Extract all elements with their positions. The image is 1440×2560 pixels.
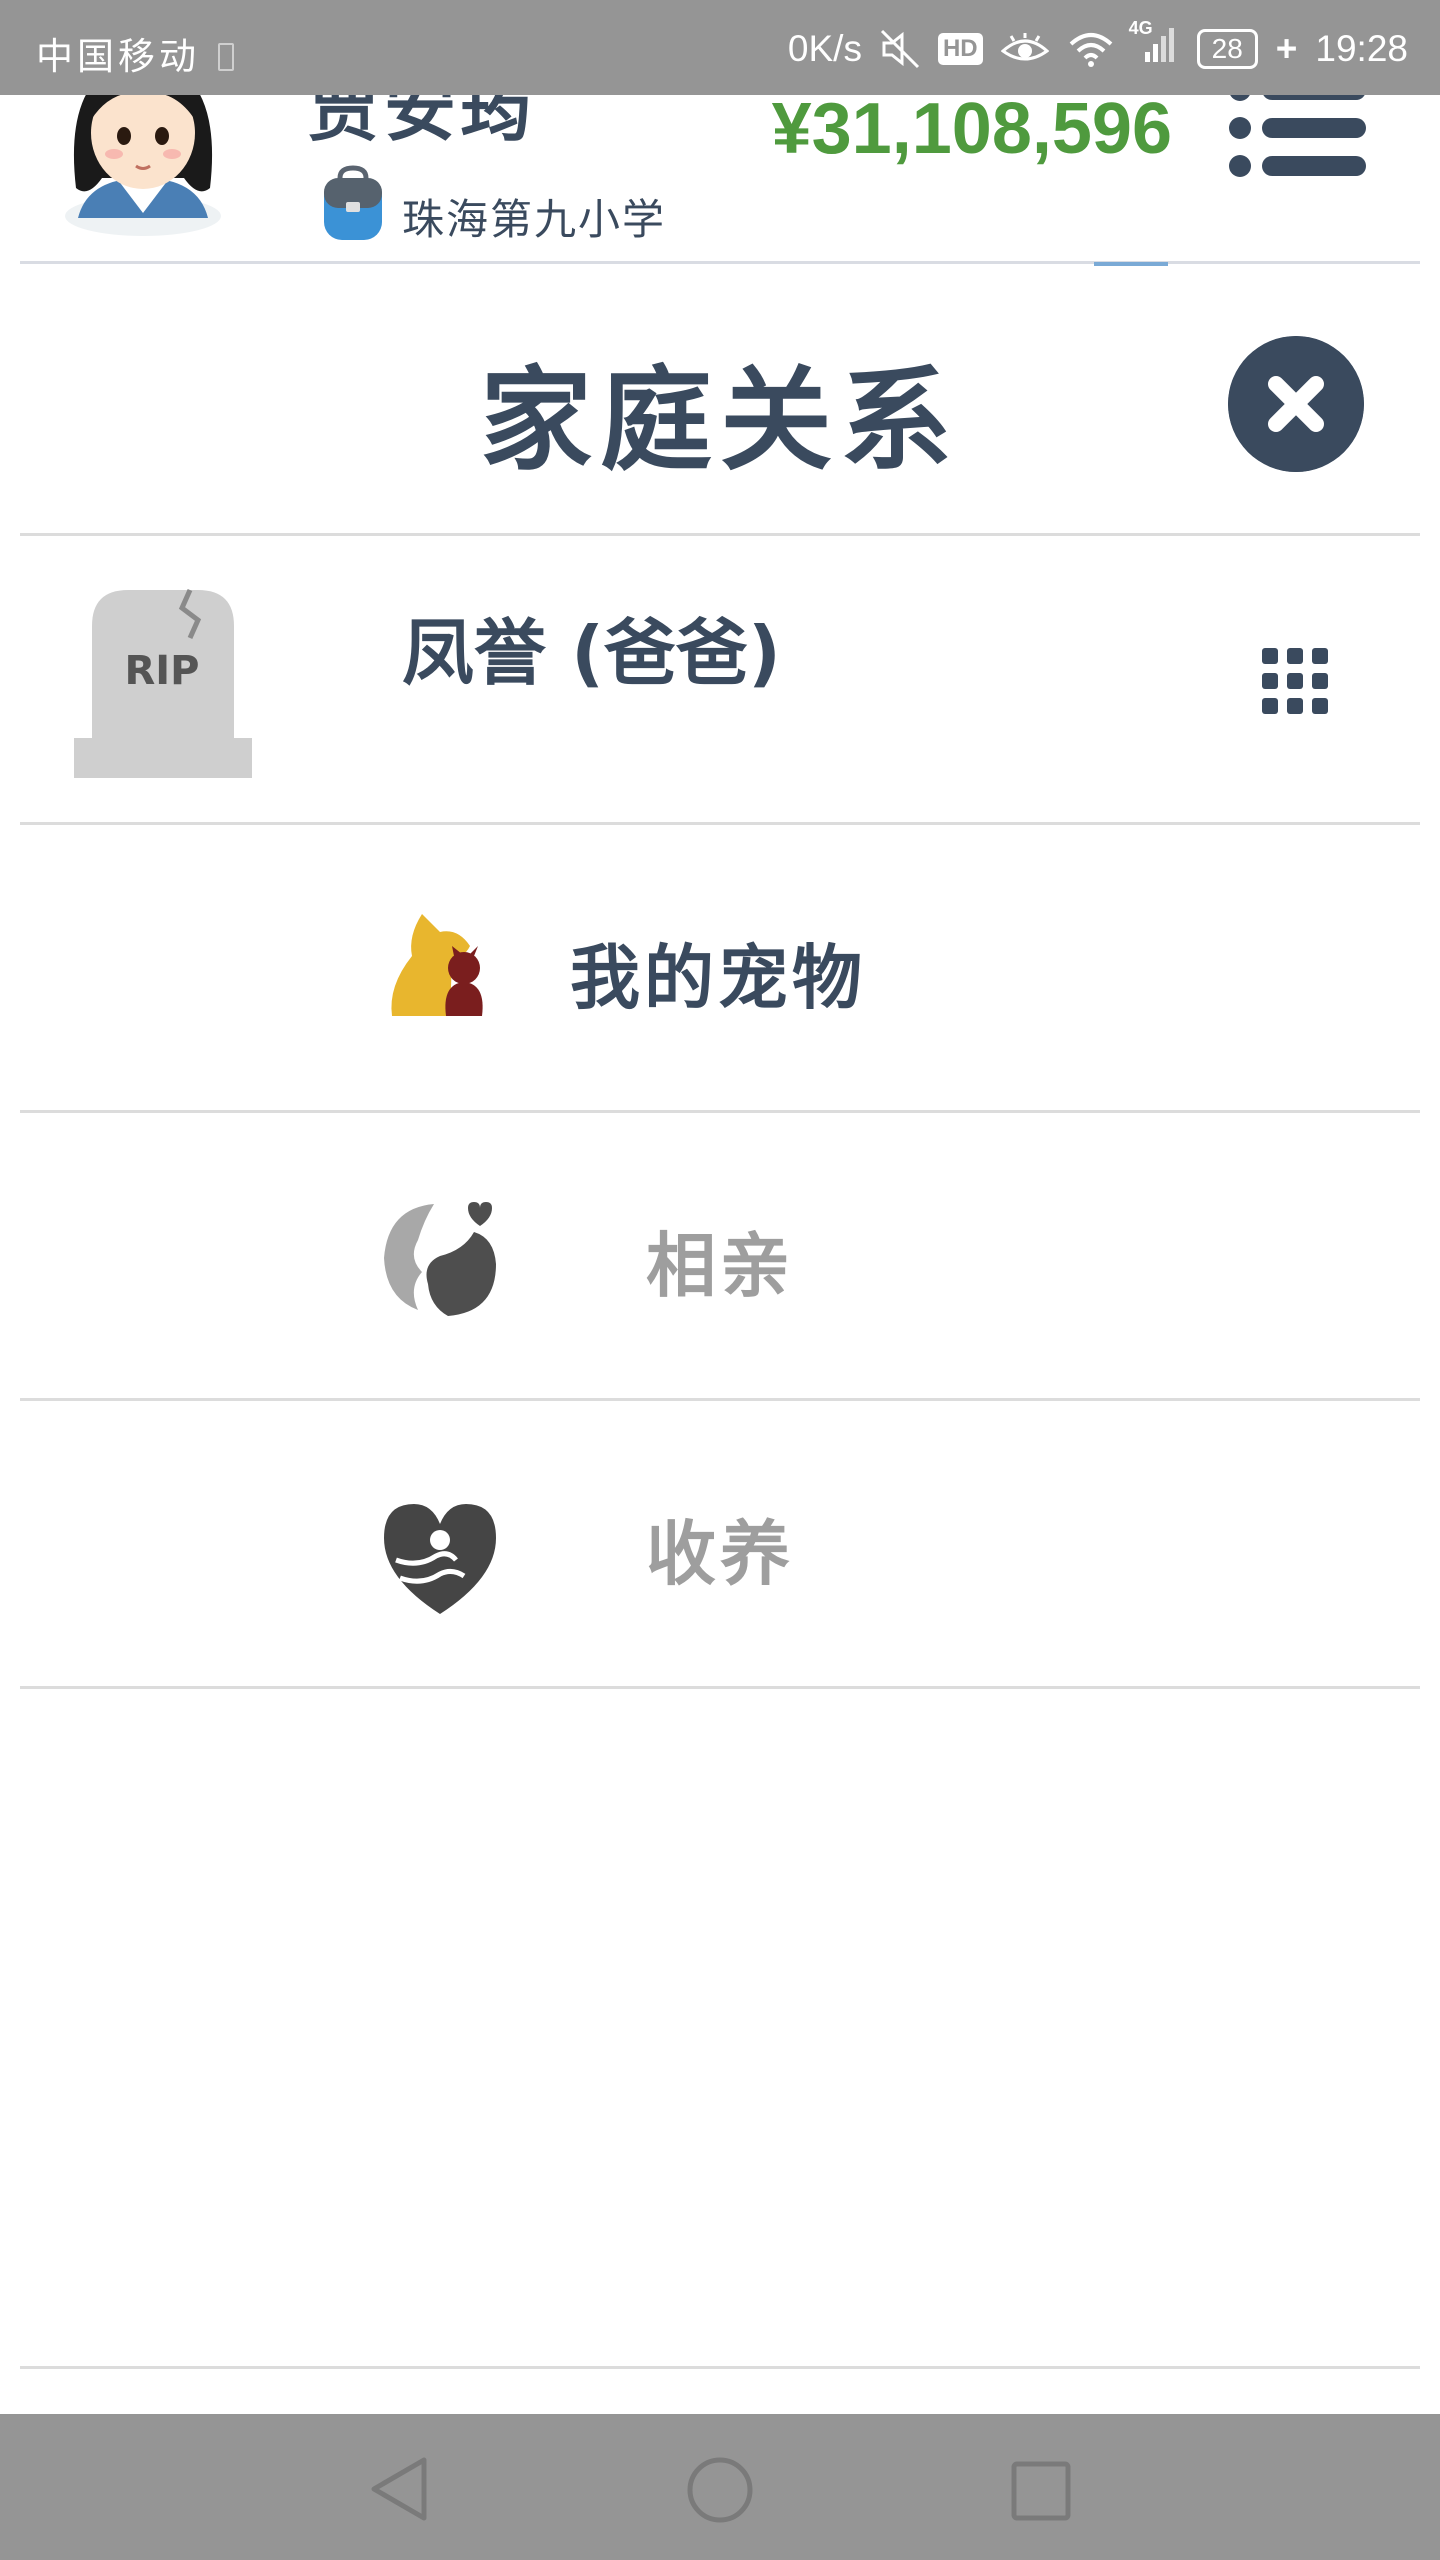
navigation-bar [0,2414,1440,2560]
recents-icon[interactable] [1010,2460,1072,2522]
divider [20,1398,1420,1401]
net-speed: 0K/s [787,27,862,69]
adoption-heart-hands-icon [384,1504,496,1614]
close-button[interactable] [1228,336,1364,472]
cell-signal-icon: 4G [1129,18,1179,73]
status-icons: 0K/s HD 4G 28 + 19:28 [787,18,1408,73]
money-balance: ¥31,108,596 [771,89,1172,169]
divider [20,1110,1420,1113]
battery-icon: 28 [1196,28,1258,69]
family-member-name: 凤誉 (爸爸) [402,611,781,695]
family-member-row[interactable]: RIP 凤誉 (爸爸) [22,538,1418,822]
pet-dog-cat-icon [391,914,483,1016]
back-icon[interactable] [368,2456,432,2522]
home-icon[interactable] [686,2456,754,2524]
school-bag-icon [324,165,382,240]
hd-badge: HD [937,32,983,65]
menu-item-label: 相亲 [646,1225,794,1307]
eye-icon [1000,32,1049,60]
menu-item-label: 收养 [646,1513,794,1595]
divider [20,533,1420,536]
sim-icon [218,43,234,71]
mute-icon [880,29,920,68]
school-name: 珠海第九小学 [402,195,667,244]
grid-menu-icon[interactable] [1262,648,1328,714]
menu-item-label: 我的宠物 [570,937,866,1019]
carrier-label: 中国移动 [36,26,234,80]
tab-indicator [1094,262,1168,266]
rip-text: RIP [125,648,200,694]
menu-item-adoption[interactable]: 收养 [22,1402,1418,1686]
bottom-divider [20,2366,1420,2369]
clock: 19:28 [1315,27,1408,69]
charging-icon: + [1275,27,1298,69]
status-bar: 中国移动 0K/s HD 4G 28 + 19:28 [0,0,1440,95]
tombstone-icon: RIP [74,588,252,778]
couple-heart-icon [384,1202,496,1316]
dialog-title: 家庭关系 [480,356,960,486]
divider [20,1686,1420,1689]
menu-item-pets[interactable]: 我的宠物 [22,826,1418,1110]
header-divider [20,261,1420,264]
divider [20,822,1420,825]
menu-item-dating[interactable]: 相亲 [22,1114,1418,1398]
wifi-icon [1069,32,1112,67]
